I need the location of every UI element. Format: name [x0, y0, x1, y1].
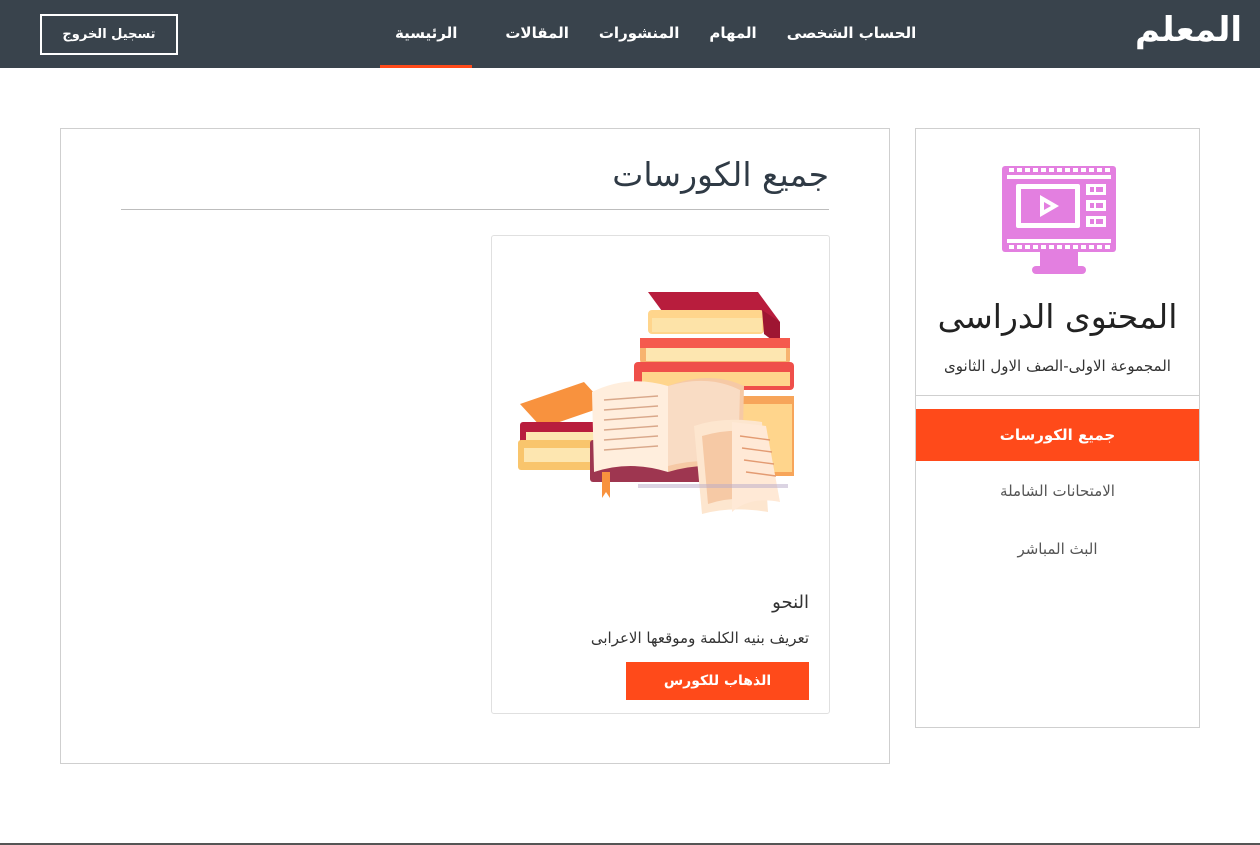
logout-button[interactable]: تسجيل الخروج — [40, 14, 178, 55]
course-title: النحو — [772, 592, 809, 613]
sidebar-divider — [916, 395, 1199, 396]
nav-tasks[interactable]: المهام — [694, 0, 771, 68]
books-stack-illustration — [518, 292, 794, 514]
main-panel: جميع الكورسات النحو تعريف بنيه الكلمة وم… — [60, 128, 890, 764]
video-lesson-monitor-icon — [1002, 166, 1116, 274]
sidebar-item-all-courses[interactable]: جميع الكورسات — [916, 409, 1199, 461]
sidebar-item-live-stream[interactable]: البث المباشر — [916, 540, 1199, 558]
title-divider — [121, 209, 829, 210]
sidebar: المحتوى الدراسى المجموعة الاولى-الصف الا… — [915, 128, 1200, 728]
top-navbar: المعلم الرئيسية المقالات المنشورات المها… — [0, 0, 1260, 68]
sidebar-item-comprehensive-exams[interactable]: الامتحانات الشاملة — [916, 482, 1199, 500]
nav-links: الرئيسية المقالات المنشورات المهام الحسا… — [380, 0, 931, 68]
course-description: تعريف بنيه الكلمة وموقعها الاعرابى — [590, 629, 809, 647]
sidebar-title: المحتوى الدراسى — [937, 297, 1178, 336]
nav-posts[interactable]: المنشورات — [584, 0, 694, 68]
nav-profile[interactable]: الحساب الشخصى — [772, 0, 932, 68]
page-title: جميع الكورسات — [612, 155, 829, 194]
course-card: النحو تعريف بنيه الكلمة وموقعها الاعرابى… — [491, 235, 830, 714]
nav-articles[interactable]: المقالات — [490, 0, 584, 68]
nav-home[interactable]: الرئيسية — [380, 0, 473, 68]
sidebar-subtitle: المجموعة الاولى-الصف الاول الثانوى — [944, 357, 1171, 375]
brand-logo[interactable]: المعلم — [1135, 10, 1242, 50]
go-to-course-button[interactable]: الذهاب للكورس — [626, 662, 809, 700]
